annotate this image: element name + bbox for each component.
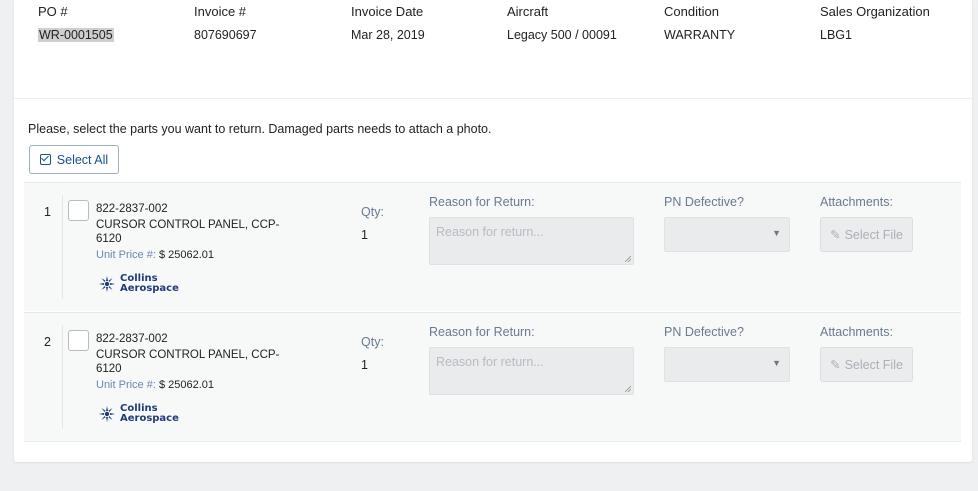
unit-price-label: Unit Price #: xyxy=(96,379,156,391)
logo-text-line2: Aerospace xyxy=(120,283,179,294)
part-select-checkbox[interactable] xyxy=(68,330,89,351)
part-row: 2 822-2837-002 CURSOR CONTROL PANEL, CCP… xyxy=(24,312,961,442)
collins-aerospace-logo: Collins Aerospace xyxy=(96,402,179,426)
po-number-value[interactable]: WR-0001505 xyxy=(38,28,114,42)
select-file-label: Select File xyxy=(844,357,903,372)
part-number: 822-2837-002 xyxy=(96,333,168,345)
paperclip-icon: ✎ xyxy=(830,228,841,242)
qty-label: Qty: xyxy=(361,205,384,219)
reason-label: Reason for Return: xyxy=(429,195,535,209)
sales-organization-value: LBG1 xyxy=(820,28,852,42)
select-all-button[interactable]: Select All xyxy=(29,145,119,174)
reason-textarea[interactable]: Reason for return... xyxy=(429,347,634,395)
part-row-number: 1 xyxy=(44,205,51,219)
sales-organization-column: Sales Organization LBG1 xyxy=(820,4,930,42)
part-description: CURSOR CONTROL PANEL, CCP-6120 xyxy=(96,349,280,375)
resize-grip-icon[interactable] xyxy=(625,256,631,262)
select-all-label: Select All xyxy=(56,152,109,167)
condition-column: Condition WARRANTY xyxy=(664,4,735,42)
unit-price-value: $ 25062.01 xyxy=(158,379,215,391)
po-number-column: PO # WR-0001505 xyxy=(38,4,114,42)
return-request-card: PO # WR-0001505 Invoice # 807690697 Invo… xyxy=(14,0,972,462)
part-row-number: 2 xyxy=(44,335,51,349)
select-file-label: Select File xyxy=(844,227,903,242)
invoice-number-column: Invoice # 807690697 xyxy=(194,4,257,42)
reason-textarea[interactable]: Reason for return... xyxy=(429,217,634,265)
invoice-number-value: 807690697 xyxy=(194,28,257,42)
reason-label: Reason for Return: xyxy=(429,325,535,339)
part-number: 822-2837-002 xyxy=(96,203,168,215)
condition-value: WARRANTY xyxy=(664,28,736,42)
resize-grip-icon[interactable] xyxy=(625,386,631,392)
pn-defective-select[interactable]: ▼ xyxy=(664,347,790,382)
qty-value: 1 xyxy=(361,228,368,242)
part-description: CURSOR CONTROL PANEL, CCP-6120 xyxy=(96,219,280,245)
sales-organization-label: Sales Organization xyxy=(820,4,930,19)
condition-label: Condition xyxy=(664,4,719,19)
qty-label: Qty: xyxy=(361,335,384,349)
unit-price: Unit Price #: $ 25062.01 xyxy=(96,249,214,261)
attachments-label: Attachments: xyxy=(820,195,893,209)
row-divider xyxy=(62,325,63,429)
return-instructions: Please, select the parts you want to ret… xyxy=(28,122,492,136)
chevron-down-icon: ▼ xyxy=(772,228,781,238)
pn-defective-label: PN Defective? xyxy=(664,325,744,339)
qty-value: 1 xyxy=(361,358,368,372)
collins-logo-mark-icon xyxy=(99,406,115,422)
attachments-label: Attachments: xyxy=(820,325,893,339)
pn-defective-select[interactable]: ▼ xyxy=(664,217,790,252)
unit-price-label: Unit Price #: xyxy=(96,249,156,261)
aircraft-value: Legacy 500 / 00091 xyxy=(507,28,617,42)
part-row: 1 822-2837-002 CURSOR CONTROL PANEL, CCP… xyxy=(24,182,961,311)
select-file-button[interactable]: ✎ Select File xyxy=(820,347,913,382)
invoice-date-value: Mar 28, 2019 xyxy=(351,28,425,42)
paperclip-icon: ✎ xyxy=(830,358,841,372)
unit-price-value: $ 25062.01 xyxy=(158,249,215,261)
aircraft-label: Aircraft xyxy=(507,4,549,19)
pn-defective-label: PN Defective? xyxy=(664,195,744,209)
row-divider xyxy=(62,195,63,299)
invoice-date-label: Invoice Date xyxy=(351,4,424,19)
invoice-number-label: Invoice # xyxy=(194,4,247,19)
collins-logo-mark-icon xyxy=(99,276,115,292)
check-square-icon xyxy=(39,154,51,165)
aircraft-column: Aircraft Legacy 500 / 00091 xyxy=(507,4,617,42)
unit-price: Unit Price #: $ 25062.01 xyxy=(96,379,214,391)
select-file-button[interactable]: ✎ Select File xyxy=(820,217,913,252)
invoice-summary-header: PO # WR-0001505 Invoice # 807690697 Invo… xyxy=(14,0,972,99)
chevron-down-icon: ▼ xyxy=(772,358,781,368)
logo-text-line2: Aerospace xyxy=(120,413,179,424)
po-number-label: PO # xyxy=(38,4,68,19)
collins-aerospace-logo: Collins Aerospace xyxy=(96,272,179,296)
part-select-checkbox[interactable] xyxy=(68,200,89,221)
invoice-date-column: Invoice Date Mar 28, 2019 xyxy=(351,4,425,42)
